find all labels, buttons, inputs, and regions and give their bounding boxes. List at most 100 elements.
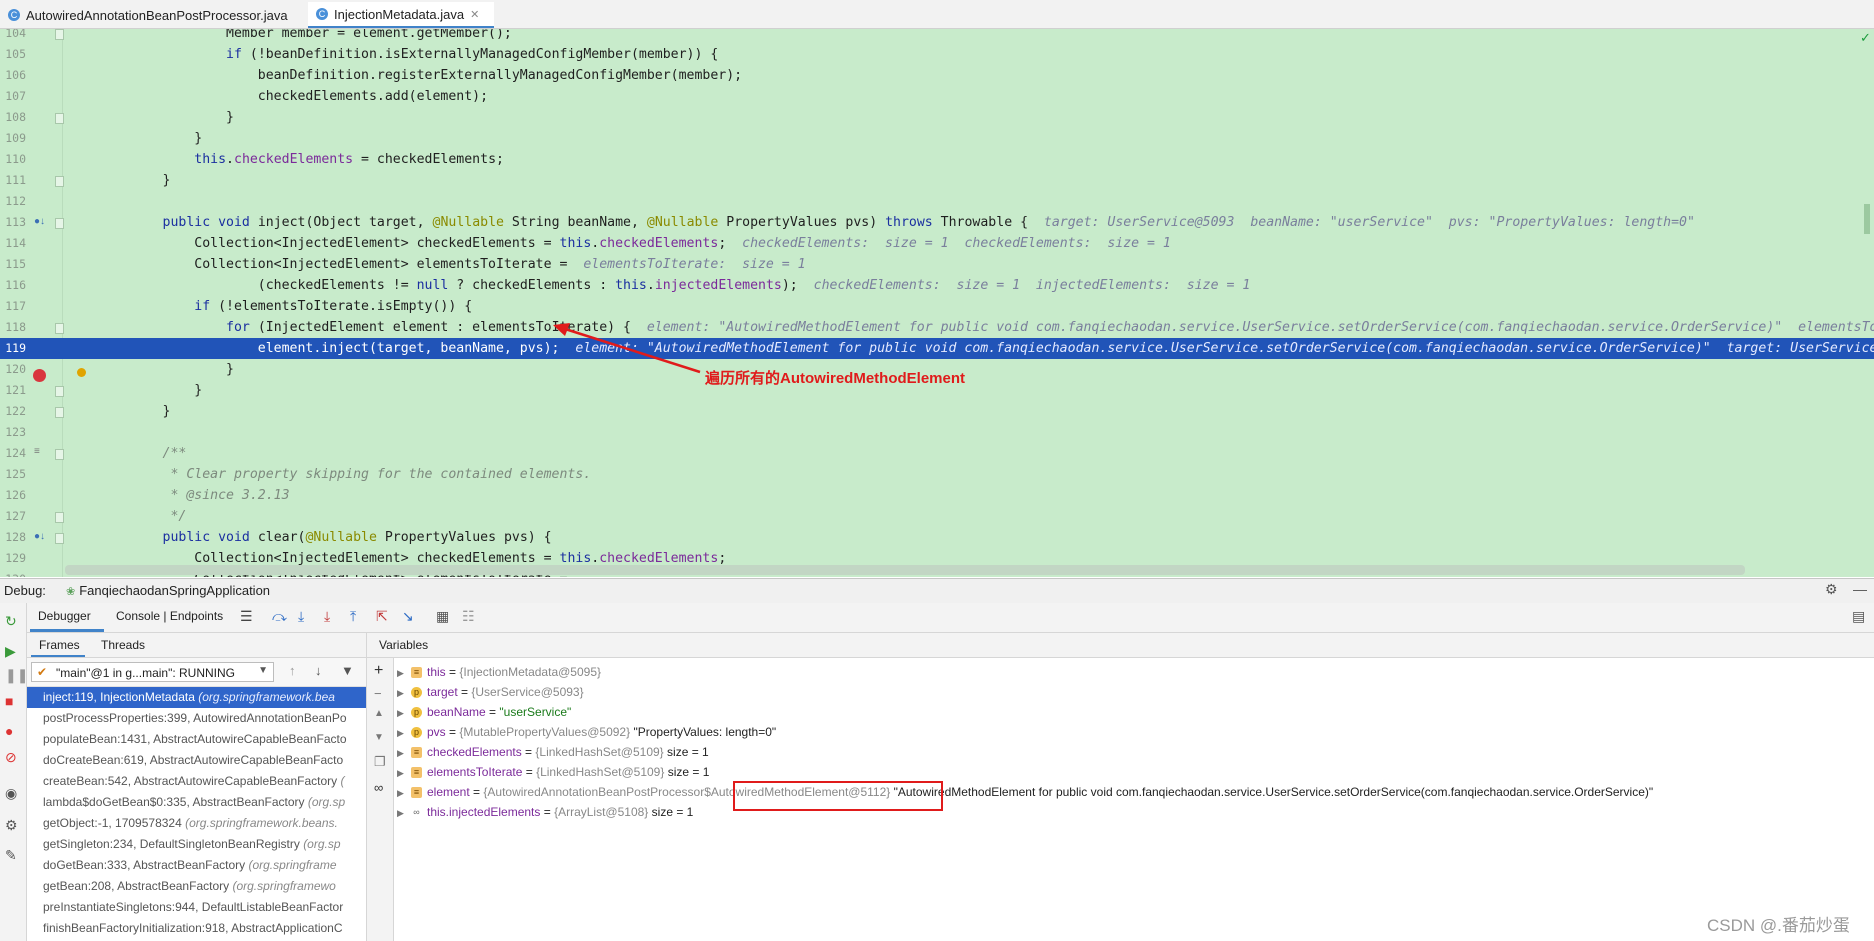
line-number[interactable]: 112 xyxy=(0,191,26,212)
stack-frame[interactable]: postProcessProperties:399, AutowiredAnno… xyxy=(27,708,366,729)
stack-frame[interactable]: finishBeanFactoryInitialization:918, Abs… xyxy=(27,918,366,939)
line-number[interactable]: 104 xyxy=(0,29,26,44)
run-config-tab[interactable]: ❀ FanqiechaodanSpringApplication xyxy=(66,583,270,598)
stack-frame[interactable]: populateBean:1431, AbstractAutowireCapab… xyxy=(27,729,366,750)
fold-marker-icon[interactable] xyxy=(55,176,64,187)
line-number[interactable]: 106 xyxy=(0,65,26,86)
fold-marker-icon[interactable] xyxy=(55,449,64,460)
step-over-icon[interactable]: ⤼ xyxy=(272,608,287,625)
code-editor[interactable]: 104 Member member = element.getMember();… xyxy=(0,29,1874,577)
code-line[interactable]: 127 */ xyxy=(0,506,1874,527)
code-line[interactable]: 111 } xyxy=(0,170,1874,191)
code-line[interactable]: 115 Collection<InjectedElement> elements… xyxy=(0,254,1874,275)
variable-row[interactable]: ▶ ≡ elementsToIterate = {LinkedHashSet@510… xyxy=(397,762,709,782)
line-number[interactable]: 127 xyxy=(0,506,26,527)
stack-frame[interactable]: getObject:-1, 1709578324 (org.springfram… xyxy=(27,813,366,834)
code-line[interactable]: 123 xyxy=(0,422,1874,443)
filter-icon[interactable]: ▼ xyxy=(341,663,354,678)
stack-frame[interactable]: inject:119, InjectionMetadata (org.sprin… xyxy=(27,687,366,708)
code-line[interactable]: 126 * @since 3.2.13 xyxy=(0,485,1874,506)
code-line[interactable]: 106 beanDefinition.registerExternallyMan… xyxy=(0,65,1874,86)
variable-row[interactable]: ▶ ≡ element = {AutowiredAnnotationBeanPost… xyxy=(397,782,1653,802)
step-out-icon[interactable]: ⤒ xyxy=(350,608,356,625)
line-number[interactable]: 117 xyxy=(0,296,26,317)
pause-icon[interactable]: ❚❚ xyxy=(5,667,28,684)
code-line[interactable]: 118 for (InjectedElement element : eleme… xyxy=(0,317,1874,338)
line-number[interactable]: 119 xyxy=(0,338,26,359)
evaluate-expression-icon[interactable]: ▦ xyxy=(436,608,449,625)
expand-arrow-icon[interactable]: ▶ xyxy=(397,763,411,783)
tab-injection-metadata[interactable]: C InjectionMetadata.java ✕ xyxy=(308,2,494,28)
stack-frame[interactable]: lambda$doGetBean$0:335, AbstractBeanFact… xyxy=(27,792,366,813)
expand-arrow-icon[interactable]: ▶ xyxy=(397,783,411,803)
camera-icon[interactable]: ◉ xyxy=(5,785,17,802)
code-line[interactable]: 119 element.inject(target, beanName, pvs… xyxy=(0,338,1874,359)
move-up-icon[interactable]: ▲ xyxy=(374,708,384,719)
line-number[interactable]: 108 xyxy=(0,107,26,128)
line-number[interactable]: 107 xyxy=(0,86,26,107)
layout-menu-icon[interactable]: ☰ xyxy=(240,608,253,625)
line-number[interactable]: 116 xyxy=(0,275,26,296)
tab-autowired-annotation-bean-post-processor[interactable]: C AutowiredAnnotationBeanPostProcessor.j… xyxy=(0,2,306,28)
arrow-up-icon[interactable]: ↑ xyxy=(289,663,296,678)
code-line[interactable]: 110 this.checkedElements = checkedElemen… xyxy=(0,149,1874,170)
line-number[interactable]: 123 xyxy=(0,422,26,443)
stack-frame[interactable]: doGetBean:333, AbstractBeanFactory (org.… xyxy=(27,855,366,876)
code-line[interactable]: 104 Member member = element.getMember(); xyxy=(0,29,1874,44)
view-breakpoints-icon[interactable]: ● xyxy=(5,723,13,739)
line-number[interactable]: 129 xyxy=(0,548,26,569)
code-line[interactable]: 107 checkedElements.add(element); xyxy=(0,86,1874,107)
line-number[interactable]: 126 xyxy=(0,485,26,506)
code-line[interactable]: 116 (checkedElements != null ? checkedEl… xyxy=(0,275,1874,296)
fold-marker-icon[interactable] xyxy=(55,323,64,334)
code-line[interactable]: 108 } xyxy=(0,107,1874,128)
variable-row[interactable]: ▶ p pvs = {MutablePropertyValues@5092} "Pr… xyxy=(397,722,776,742)
line-number[interactable]: 109 xyxy=(0,128,26,149)
code-line[interactable]: 128 public void clear(@Nullable Property… xyxy=(0,527,1874,548)
layout-settings-icon[interactable]: ▤ xyxy=(1852,608,1865,625)
line-number[interactable]: 124 xyxy=(0,443,26,464)
resume-icon[interactable]: ▶ xyxy=(5,643,16,660)
add-watch-icon[interactable]: + xyxy=(374,662,383,680)
fold-marker-icon[interactable] xyxy=(55,512,64,523)
pin-icon[interactable]: ✎ xyxy=(5,847,17,864)
force-step-into-icon[interactable]: ⤓ xyxy=(324,608,330,625)
expand-arrow-icon[interactable]: ▶ xyxy=(397,723,411,743)
line-number[interactable]: 120 xyxy=(0,359,26,380)
line-number[interactable]: 111 xyxy=(0,170,26,191)
fold-marker-icon[interactable] xyxy=(55,113,64,124)
code-line[interactable]: 105 if (!beanDefinition.isExternallyMana… xyxy=(0,44,1874,65)
tab-debugger[interactable]: Debugger xyxy=(38,609,91,623)
code-line[interactable]: 113 public void inject(Object target, @N… xyxy=(0,212,1874,233)
fold-marker-icon[interactable] xyxy=(55,218,64,229)
line-number[interactable]: 118 xyxy=(0,317,26,338)
variable-row[interactable]: ▶ p beanName = "userService" xyxy=(397,702,571,722)
mute-breakpoints-icon[interactable]: ⊘ xyxy=(5,749,17,766)
line-number[interactable]: 114 xyxy=(0,233,26,254)
expand-arrow-icon[interactable]: ▶ xyxy=(397,803,411,823)
variable-row[interactable]: ▶ ∞ this.injectedElements = {ArrayList@510… xyxy=(397,802,693,822)
expand-arrow-icon[interactable]: ▶ xyxy=(397,703,411,723)
remove-watch-icon[interactable]: − xyxy=(374,686,382,701)
settings-icon[interactable]: ⚙ xyxy=(5,817,18,834)
line-number[interactable]: 115 xyxy=(0,254,26,275)
expand-arrow-icon[interactable]: ▶ xyxy=(397,663,411,683)
fold-marker-icon[interactable] xyxy=(55,533,64,544)
variable-row[interactable]: ▶ p target = {UserService@5093} xyxy=(397,682,584,702)
stack-frame[interactable]: getBean:208, AbstractBeanFactory (org.sp… xyxy=(27,876,366,897)
breakpoint-icon[interactable] xyxy=(33,369,46,382)
code-line[interactable]: 109 } xyxy=(0,128,1874,149)
rerun-icon[interactable]: ↻ xyxy=(5,613,17,630)
line-number[interactable]: 113 xyxy=(0,212,26,233)
step-into-icon[interactable]: ⤓ xyxy=(298,608,304,625)
expand-arrow-icon[interactable]: ▶ xyxy=(397,683,411,703)
doc-render-icon[interactable]: ≡ xyxy=(34,446,40,457)
stack-frame[interactable]: preInstantiateSingletons:944, DefaultLis… xyxy=(27,897,366,918)
fold-marker-icon[interactable] xyxy=(55,407,64,418)
trace-icon[interactable]: ☷ xyxy=(462,608,475,625)
code-line[interactable]: 117 if (!elementsToIterate.isEmpty()) { xyxy=(0,296,1874,317)
run-to-cursor-icon[interactable]: ↘ xyxy=(402,608,414,625)
code-line[interactable]: 114 Collection<InjectedElement> checkedE… xyxy=(0,233,1874,254)
code-line[interactable]: 125 * Clear property skipping for the co… xyxy=(0,464,1874,485)
lightbulb-icon[interactable] xyxy=(77,368,86,377)
